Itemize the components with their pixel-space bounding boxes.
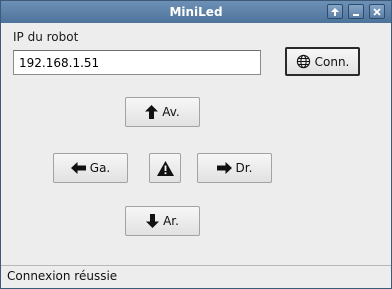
ip-label: IP du robot [13,30,79,44]
right-button[interactable]: Dr. [197,153,272,183]
arrow-up-icon [331,7,339,16]
forward-button[interactable]: Av. [125,97,200,127]
minimize-icon [353,13,359,16]
status-bar: Connexion réussie [1,265,391,288]
backward-button[interactable]: Ar. [125,206,200,236]
connect-button-label: Conn. [314,54,350,69]
arrow-down-icon [146,214,160,228]
forward-button-label: Av. [162,105,180,119]
app-window: MiniLed IP du robot Con [0,0,392,289]
left-button[interactable]: Ga. [53,153,128,183]
arrow-up-icon [145,105,159,119]
window-close-button[interactable] [369,4,385,19]
close-icon [373,7,381,16]
globe-icon [296,54,310,69]
status-text: Connexion réussie [7,269,118,283]
title-bar[interactable]: MiniLed [1,1,391,23]
arrow-left-icon [70,162,86,174]
arrow-right-icon [216,162,232,174]
stop-button[interactable] [149,153,181,183]
window-minimize-button[interactable] [348,4,364,19]
ip-input[interactable] [13,50,261,75]
left-button-label: Ga. [89,161,111,175]
main-content: IP du robot Conn. Av. Ga. [1,23,391,265]
window-raise-button[interactable] [327,4,343,19]
connect-button[interactable]: Conn. [285,47,360,76]
right-button-label: Dr. [235,161,253,175]
warning-icon [156,160,174,176]
backward-button-label: Ar. [163,214,179,228]
